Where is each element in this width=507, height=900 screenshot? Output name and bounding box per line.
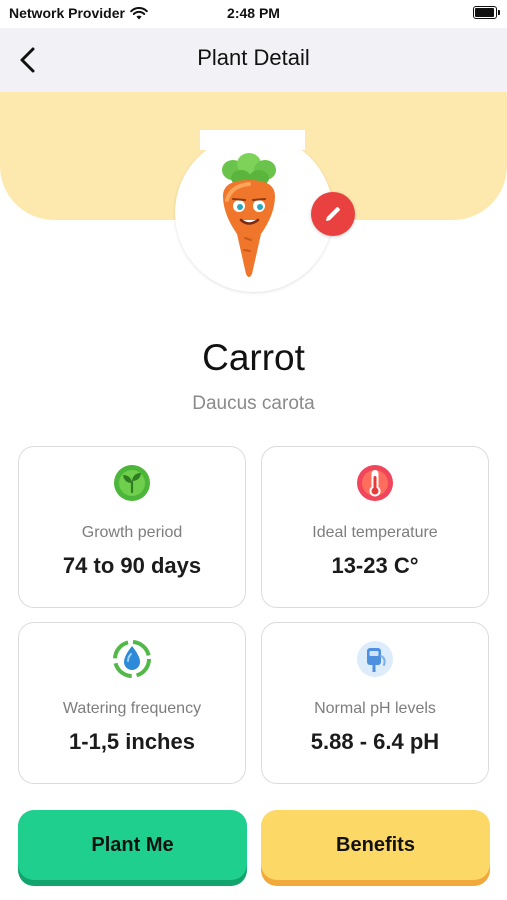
plant-me-button[interactable]: Plant Me (18, 810, 247, 880)
status-time: 2:48 PM (227, 5, 280, 21)
page-title: Plant Detail (197, 45, 310, 70)
battery-icon (473, 6, 500, 19)
stat-card-growth-period: Growth period 74 to 90 days (18, 446, 246, 608)
avatar-top-notch (200, 130, 305, 150)
carrot-character-icon (222, 153, 276, 277)
plant-avatar (175, 134, 333, 292)
thermometer-icon (357, 465, 393, 501)
stat-label: Growth period (81, 524, 183, 541)
stat-label: Normal pH levels (314, 700, 436, 717)
water-drop-icon (113, 640, 151, 678)
stat-label: Ideal temperature (312, 524, 438, 541)
stat-card-watering: Watering frequency 1-1,5 inches (18, 622, 246, 784)
plant-name: Carrot (202, 337, 305, 378)
ph-meter-icon (357, 641, 393, 677)
stat-value: 1-1,5 inches (69, 729, 195, 754)
stat-value: 5.88 - 6.4 pH (310, 729, 440, 754)
benefits-button[interactable]: Benefits (261, 810, 490, 880)
pencil-icon (326, 207, 340, 221)
stat-value: 13-23 C° (331, 553, 419, 578)
stat-card-ph-levels: Normal pH levels 5.88 - 6.4 pH (261, 622, 489, 784)
edit-plant-button[interactable] (311, 192, 355, 236)
sprout-icon (114, 465, 150, 501)
stat-label: Watering frequency (62, 700, 202, 717)
plant-scientific-name: Daucus carota (192, 393, 315, 414)
stat-value: 74 to 90 days (62, 553, 202, 578)
stat-card-temperature: Ideal temperature 13-23 C° (261, 446, 489, 608)
nav-bar: Plant Detail (0, 28, 507, 92)
status-bar: Network Provider 2:48 PM (0, 0, 507, 28)
